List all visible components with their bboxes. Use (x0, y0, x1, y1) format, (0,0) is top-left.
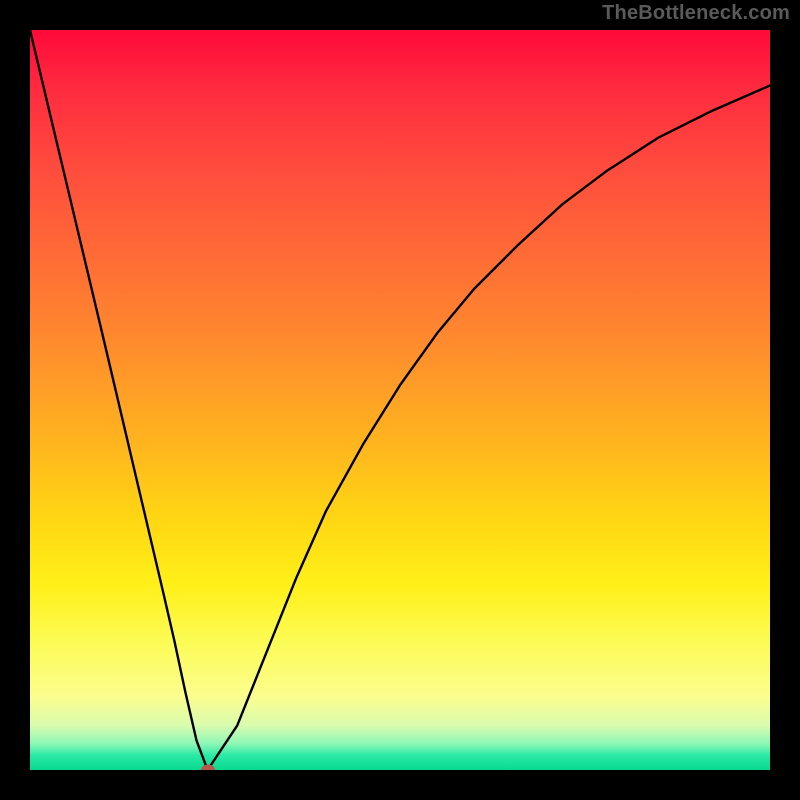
plot-area (30, 30, 770, 770)
optimum-marker (201, 765, 215, 771)
curve-path (30, 30, 770, 770)
watermark-text: TheBottleneck.com (602, 2, 790, 25)
chart-frame: TheBottleneck.com (0, 0, 800, 800)
bottleneck-curve (30, 30, 770, 770)
